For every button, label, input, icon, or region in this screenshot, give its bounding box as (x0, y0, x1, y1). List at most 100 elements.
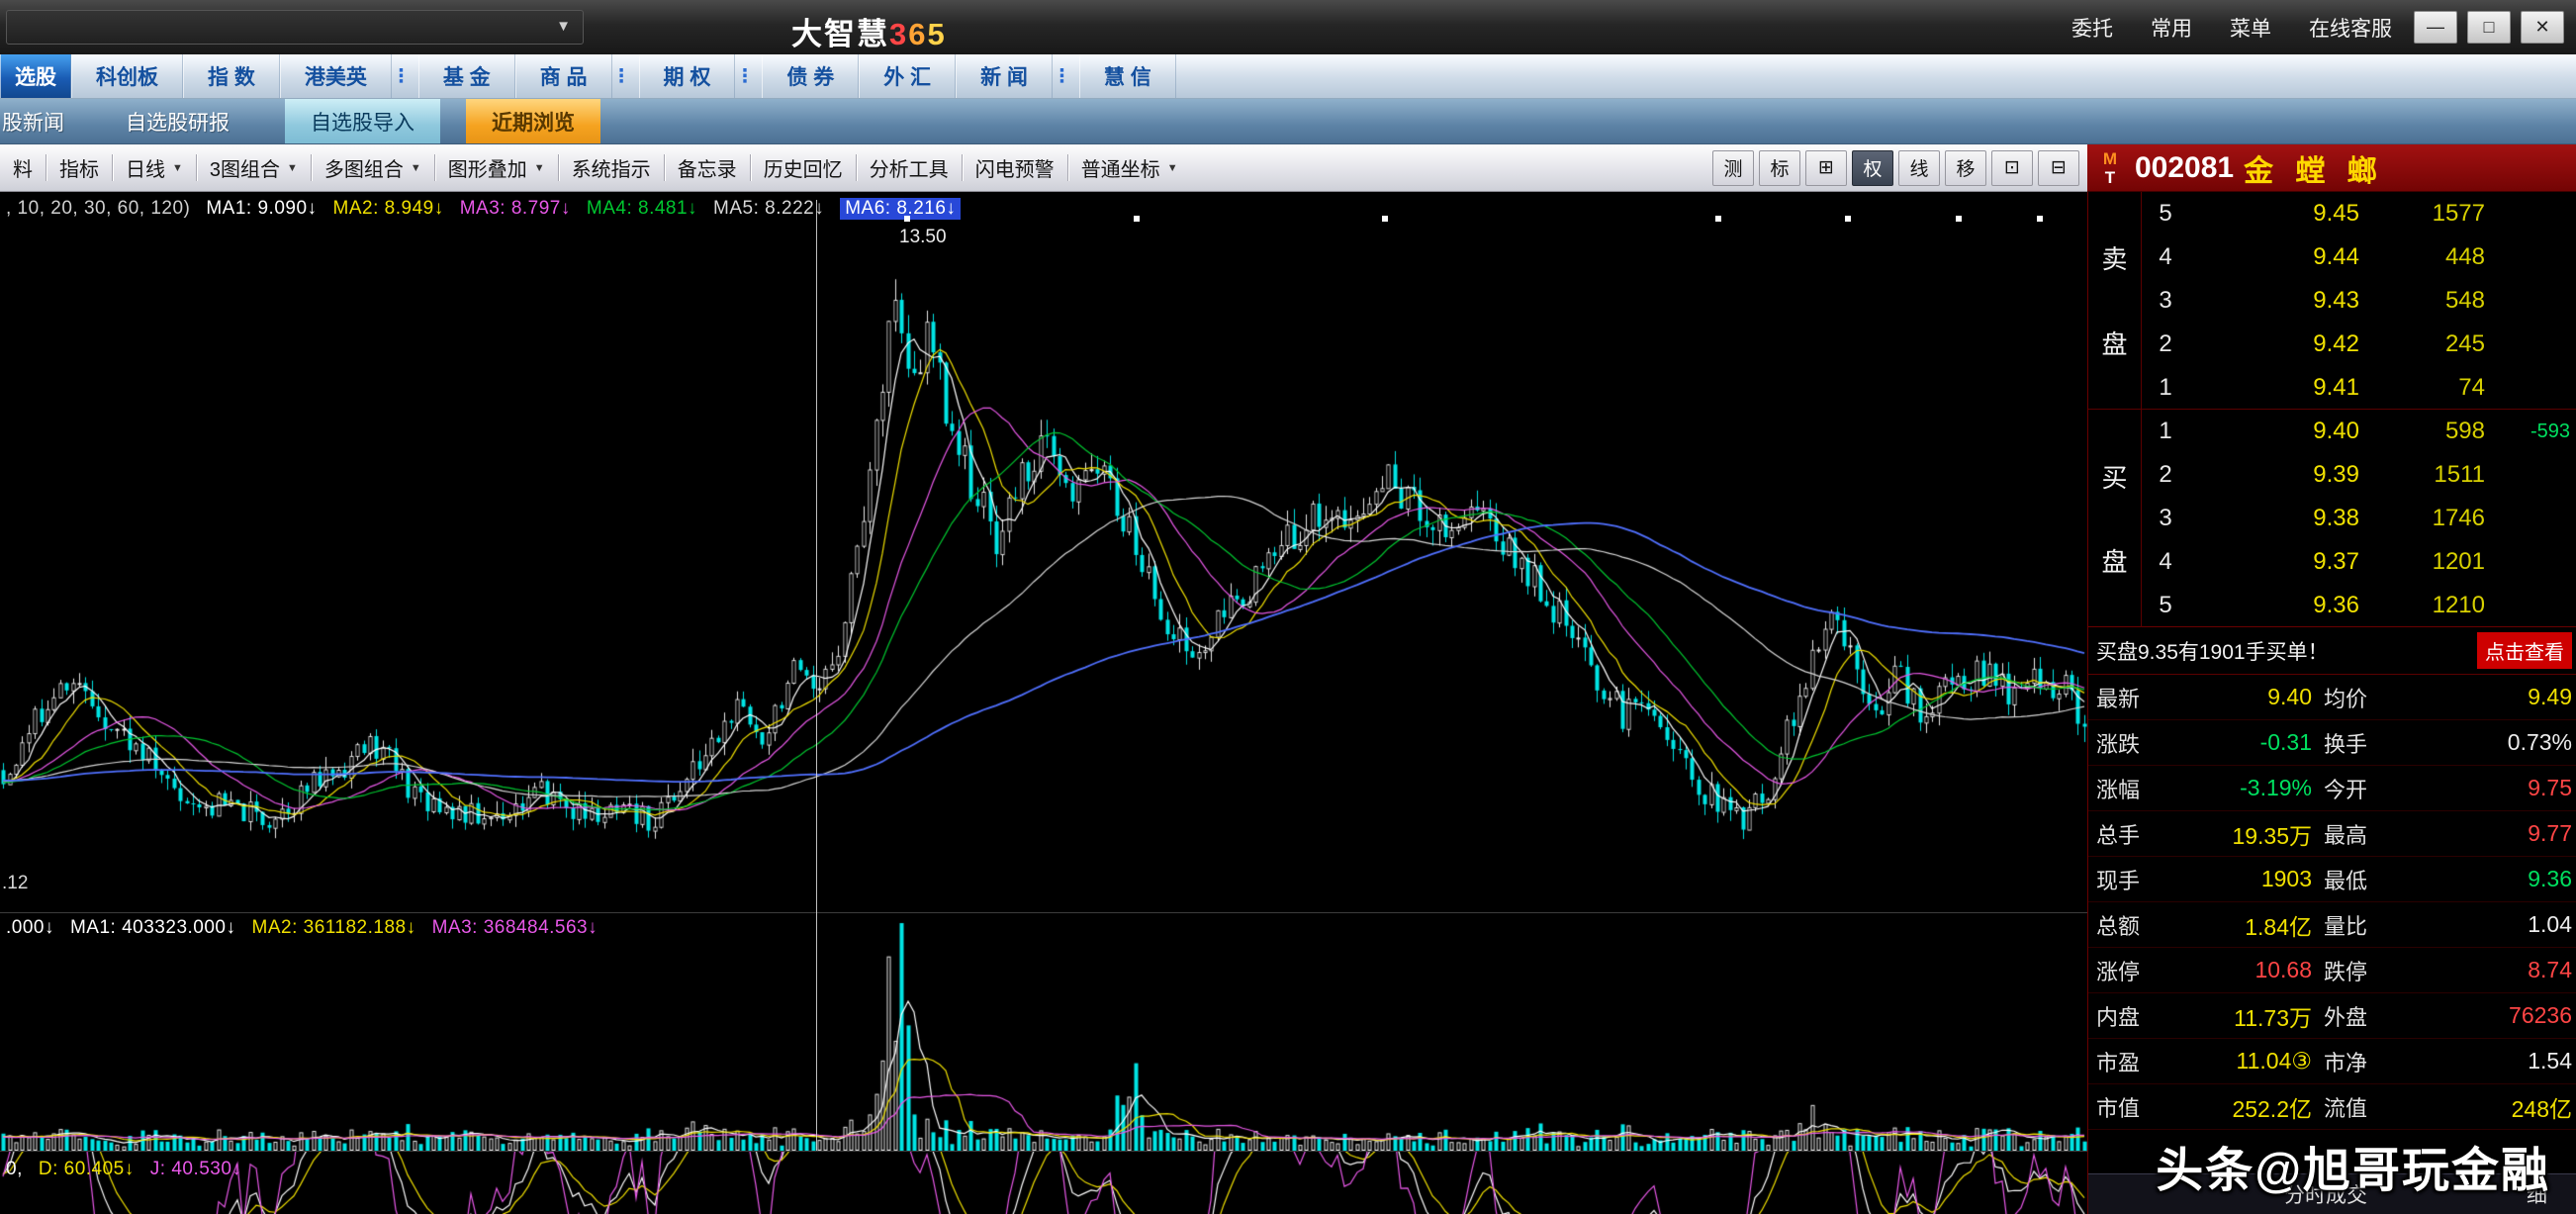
main-tab-9[interactable]: 新 闻 (956, 54, 1053, 98)
sub-tab-2[interactable]: 自选股导入 (285, 99, 440, 143)
toolbar-item-5[interactable]: 图形叠加▼ (435, 144, 558, 191)
kline-chart[interactable]: , 10, 20, 30, 60, 120)MA1: 9.090↓MA2: 8.… (0, 192, 2087, 1214)
maximize-button[interactable]: □ (2467, 11, 2511, 44)
sell-row[interactable]: 19.4174 (2142, 366, 2576, 410)
main-tab-8[interactable]: 外 汇 (859, 54, 956, 98)
indicator-value: D: 60.405↓ (39, 1159, 135, 1180)
titlebar-menu-item-2[interactable]: 菜单 (2230, 13, 2271, 43)
left-axis-label: .12 (2, 873, 28, 894)
sub-tab-0[interactable]: 股新闻 (2, 99, 64, 143)
panel-icon[interactable]: ⊟ (2038, 150, 2079, 186)
tool-button-3[interactable]: 权 (1852, 150, 1893, 186)
stat-value: 248亿 (2415, 1090, 2576, 1124)
window-icon[interactable]: ⊡ (1991, 150, 2033, 186)
tool-button-5[interactable]: 移 (1945, 150, 1986, 186)
sub-tab-1[interactable]: 自选股研报 (126, 99, 230, 143)
buy-side-label: 买盘 (2088, 410, 2142, 627)
main-price-pane[interactable] (0, 192, 2087, 912)
volume-legend: .000↓MA1: 403323.000↓MA2: 361182.188↓MA3… (6, 917, 598, 939)
stat-label: 市值 (2088, 1091, 2175, 1123)
grid-layout-icon[interactable]: ⊞ (1805, 150, 1847, 186)
sub-tab-bar: 股新闻 自选股研报 自选股导入近期浏览 (0, 99, 2576, 144)
price: 9.37 (2189, 548, 2359, 576)
kdj-pane[interactable] (0, 1152, 2087, 1214)
minimize-button[interactable]: — (2414, 11, 2457, 44)
stat-label: 最高 (2316, 818, 2415, 850)
price: 9.43 (2189, 287, 2359, 315)
level: 2 (2142, 330, 2189, 358)
dropdown-arrow-icon[interactable]: ▼ (172, 162, 183, 174)
toolbar-item-7[interactable]: 备忘录 (665, 144, 750, 191)
toolbar-item-6[interactable]: 系统指示 (559, 144, 664, 191)
dropdown-arrow-icon[interactable]: ▼ (411, 162, 421, 174)
sell-row[interactable]: 29.42245 (2142, 323, 2576, 366)
main-tab-7[interactable]: 债 券 (762, 54, 859, 98)
toolbar-item-2[interactable]: 日线▼ (113, 144, 196, 191)
stat-value: 9.77 (2415, 820, 2576, 847)
titlebar-menu-item-3[interactable]: 在线客服 (2309, 13, 2392, 43)
tool-button-0[interactable]: 测 (1712, 150, 1754, 186)
titlebar-menu-item-0[interactable]: 委托 (2071, 13, 2113, 43)
order-alert: 买盘9.35有1901手买单！ 点击查看 (2088, 627, 2576, 675)
price: 9.38 (2189, 505, 2359, 532)
stat-label: 内盘 (2088, 1000, 2175, 1032)
buy-row[interactable]: 49.371201 (2142, 540, 2576, 584)
tab-menu-dots-icon[interactable]: ⋮ (735, 54, 762, 98)
main-tab-10[interactable]: 慧 信 (1079, 54, 1176, 98)
stat-value: 1.04 (2415, 911, 2576, 938)
app-title-365: 365 (889, 17, 947, 51)
tool-button-4[interactable]: 线 (1898, 150, 1940, 186)
tool-button-1[interactable]: 标 (1759, 150, 1800, 186)
toolbar-item-9[interactable]: 分析工具 (857, 144, 962, 191)
volume-pane[interactable] (0, 913, 2087, 1151)
sell-row[interactable]: 59.451577 (2142, 192, 2576, 235)
toolbar-item-3[interactable]: 3图组合▼ (197, 144, 311, 191)
buy-row[interactable]: 19.40598 (2142, 410, 2576, 453)
dropdown-arrow-icon[interactable]: ▼ (287, 162, 298, 174)
toolbar-item-11[interactable]: 普通坐标▼ (1068, 144, 1191, 191)
event-marker (1715, 216, 1721, 222)
dropdown-arrow-icon[interactable]: ▼ (534, 162, 545, 174)
stock-code: 002081 (2135, 151, 2234, 185)
toolbar-item-8[interactable]: 历史回忆 (751, 144, 856, 191)
stat-value: 9.36 (2415, 866, 2576, 892)
titlebar-menu-item-1[interactable]: 常用 (2151, 13, 2192, 43)
order-alert-view-button[interactable]: 点击查看 (2477, 632, 2572, 669)
watermark: 头条@旭哥玩金融 (2156, 1131, 2550, 1200)
toolbar-item-1[interactable]: 指标 (46, 144, 112, 191)
dropdown-arrow-icon[interactable]: ▼ (1167, 162, 1178, 174)
stock-selector-dropdown[interactable]: ▼ (6, 10, 584, 45)
main-tab-4[interactable]: 基 金 (418, 54, 515, 98)
sell-row[interactable]: 49.44448 (2142, 235, 2576, 279)
tab-menu-dots-icon[interactable]: ⋮ (1053, 54, 1079, 98)
toolbar-item-10[interactable]: 闪电预警 (963, 144, 1067, 191)
stat-label: 总手 (2088, 818, 2175, 850)
volume: 1201 (2359, 548, 2576, 576)
main-tab-3[interactable]: 港美英 (280, 54, 392, 98)
event-marker (904, 216, 910, 222)
main-tab-5[interactable]: 商 品 (515, 54, 612, 98)
tab-menu-dots-icon[interactable]: ⋮ (392, 54, 418, 98)
main-tab-2[interactable]: 指 数 (183, 54, 280, 98)
main-tab-6[interactable]: 期 权 (639, 54, 736, 98)
toolbar-right-buttons: 测标⊞权线移⊡⊟ (1712, 150, 2087, 186)
stat-value: 252.2亿 (2175, 1090, 2316, 1124)
buy-row[interactable]: 29.391511 (2142, 453, 2576, 497)
main-tab-1[interactable]: 科创板 (71, 54, 183, 98)
close-button[interactable]: ✕ (2521, 11, 2564, 44)
sell-row[interactable]: 39.43548 (2142, 279, 2576, 323)
buy-row[interactable]: 39.381746 (2142, 497, 2576, 540)
chevron-down-icon[interactable]: ▼ (556, 18, 571, 35)
stat-value: 9.40 (2175, 684, 2316, 710)
main-tab-0[interactable]: 选股 (0, 54, 71, 98)
stat-value: 9.75 (2415, 775, 2576, 801)
toolbar-item-0[interactable]: 料 (0, 144, 46, 191)
toolbar-item-4[interactable]: 多图组合▼ (312, 144, 434, 191)
indicator-value: MA4: 8.481↓ (587, 198, 697, 220)
mt-logo-icon: M T (2095, 147, 2125, 189)
stats-row: 现手1903最低9.36 (2088, 857, 2576, 902)
tab-menu-dots-icon[interactable]: ⋮ (612, 54, 639, 98)
sub-tab-3[interactable]: 近期浏览 (466, 99, 600, 143)
buy-row[interactable]: 59.361210 (2142, 584, 2576, 627)
stat-value: 8.74 (2415, 957, 2576, 983)
